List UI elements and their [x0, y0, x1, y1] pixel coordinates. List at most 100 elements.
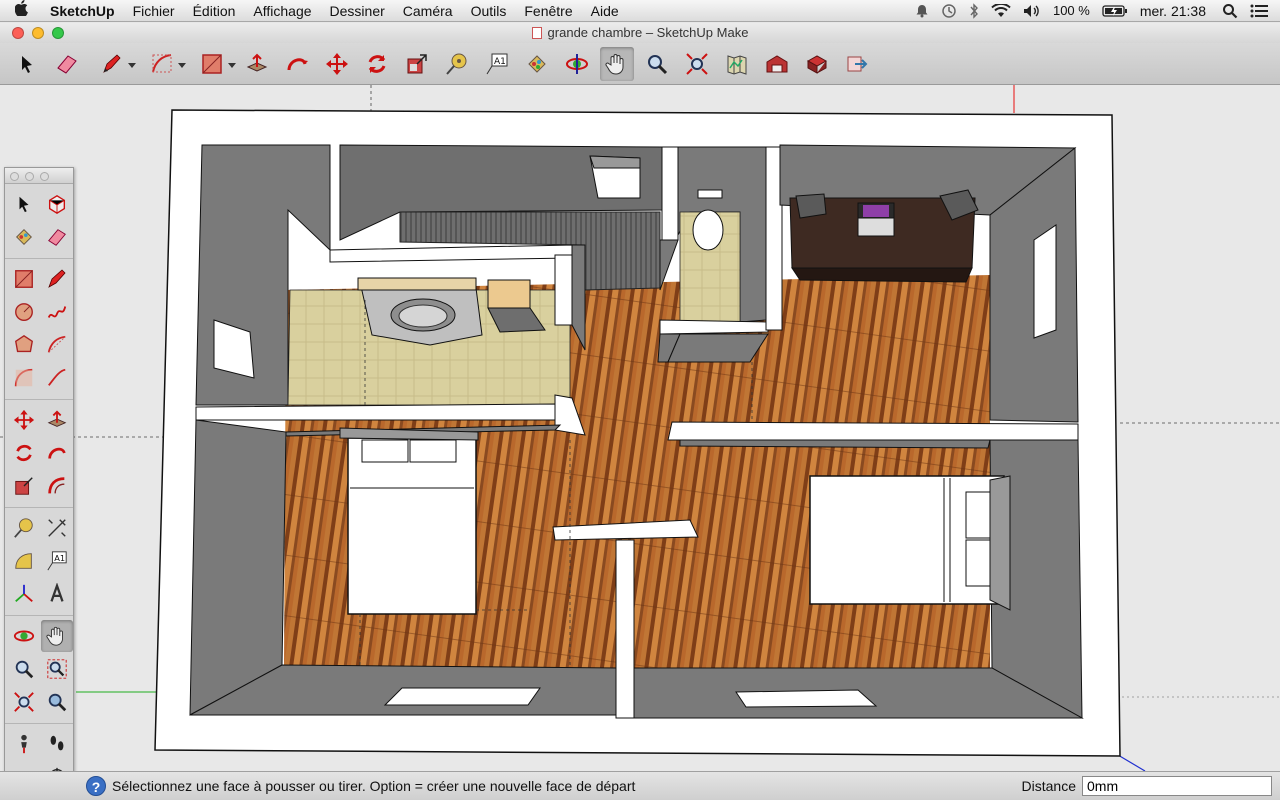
pan-tool-button[interactable]: [600, 46, 634, 81]
palette-axes-tool[interactable]: [8, 578, 40, 610]
scale-tool-button[interactable]: [400, 47, 434, 81]
zoom-extents-tool-button[interactable]: [680, 47, 714, 81]
palette-paint-bucket-tool[interactable]: [8, 221, 40, 253]
arc-tool-button[interactable]: [140, 47, 186, 81]
wifi-icon[interactable]: [985, 0, 1017, 22]
palette-pan-tool[interactable]: [41, 620, 73, 652]
eraser-icon: [48, 229, 66, 246]
orbit-icon: [13, 630, 35, 642]
palette-dimension-tool[interactable]: [41, 512, 73, 544]
pencil-tool-button[interactable]: [90, 47, 136, 81]
palette-zoom-tool[interactable]: [8, 653, 40, 685]
palette-close-button[interactable]: [10, 172, 19, 181]
minimize-window-button[interactable]: [32, 27, 44, 39]
document-icon: [531, 27, 542, 39]
palette-push-pull-tool[interactable]: [41, 404, 73, 436]
palette-polygon-tool[interactable]: [8, 329, 40, 361]
palette-rotate-tool[interactable]: [8, 437, 40, 469]
menu-app-name[interactable]: SketchUp: [44, 0, 124, 22]
tape-measure-tool-button[interactable]: [440, 47, 474, 81]
menu-dessiner[interactable]: Dessiner: [321, 0, 394, 22]
palette-zoom-window-tool[interactable]: [41, 653, 73, 685]
menu-fenetre[interactable]: Fenêtre: [515, 0, 581, 22]
apple-menu-icon[interactable]: [0, 0, 44, 21]
main-toolbar: A1: [0, 43, 1280, 85]
select-tool-button[interactable]: [10, 47, 44, 81]
palette-freehand-tool[interactable]: [41, 296, 73, 328]
palette-3-point-arc-tool[interactable]: [41, 362, 73, 394]
menu-clock[interactable]: mer. 21:38: [1134, 0, 1216, 22]
help-icon[interactable]: ?: [86, 776, 106, 796]
time-machine-icon[interactable]: [935, 0, 963, 22]
palette-line-tool[interactable]: [41, 263, 73, 295]
palette-arc-tool[interactable]: [41, 329, 73, 361]
zoom-window-button[interactable]: [52, 27, 64, 39]
palette-minimize-button[interactable]: [25, 172, 34, 181]
rotate-tool-button[interactable]: [360, 47, 394, 81]
palette-text-tool[interactable]: A1: [41, 545, 73, 577]
orbit-tool-button[interactable]: [560, 47, 594, 81]
zoom-magnifier-icon: [15, 660, 34, 679]
position-camera-icon: [21, 734, 27, 754]
notification-center-icon[interactable]: [1244, 0, 1280, 22]
palette-orbit-tool[interactable]: [8, 620, 40, 652]
eraser-tool-button[interactable]: [50, 47, 84, 81]
menu-fichier[interactable]: Fichier: [124, 0, 184, 22]
palette-title-bar[interactable]: [5, 168, 73, 184]
palette-position-camera-tool[interactable]: [8, 728, 40, 760]
palette-zoom-button[interactable]: [40, 172, 49, 181]
menu-aide[interactable]: Aide: [582, 0, 628, 22]
move-arrows-icon: [13, 409, 35, 431]
volume-icon[interactable]: [1017, 0, 1047, 22]
palette-protractor-tool[interactable]: [8, 545, 40, 577]
palette-circle-tool[interactable]: [8, 296, 40, 328]
palette-zoom-extents-tool[interactable]: [8, 686, 40, 718]
rectangle-icon: [15, 270, 33, 288]
3d-warehouse-tool-button[interactable]: [760, 47, 794, 81]
bathroom-cabinet: [487, 279, 531, 309]
palette-walk-tool[interactable]: [41, 728, 73, 760]
move-tool-button[interactable]: [320, 47, 354, 81]
palette-tape-measure-tool[interactable]: [8, 512, 40, 544]
map-view-icon: [727, 54, 747, 75]
palette-follow-me-tool[interactable]: [41, 437, 73, 469]
notification-bell-icon[interactable]: [909, 0, 935, 22]
blue-axis-line: [1117, 754, 1146, 771]
menu-edition[interactable]: Édition: [184, 0, 245, 22]
pencil-icon: [103, 53, 121, 73]
eraser-icon: [57, 54, 77, 74]
divider-wall-right: [667, 421, 1079, 441]
palette-offset-tool[interactable]: [41, 470, 73, 502]
toilet: [692, 209, 724, 251]
spotlight-search-icon[interactable]: [1216, 0, 1244, 22]
palette-select-tool[interactable]: [8, 188, 40, 220]
palette-previous-view-tool[interactable]: [41, 686, 73, 718]
rotate-icon: [16, 444, 32, 462]
rectangle-tool-button[interactable]: [190, 47, 236, 81]
menu-camera[interactable]: Caméra: [394, 0, 462, 22]
menu-bar: SketchUp Fichier Édition Affichage Dessi…: [0, 0, 1280, 22]
palette-rectangle-tool[interactable]: [8, 263, 40, 295]
palette-2-point-arc-tool[interactable]: [8, 362, 40, 394]
components-tool-button[interactable]: [800, 47, 834, 81]
palette-make-component-tool[interactable]: [41, 188, 73, 220]
push-pull-tool-button[interactable]: [240, 47, 274, 81]
battery-percent[interactable]: 100 %: [1047, 0, 1096, 22]
zoom-tool-button[interactable]: [640, 47, 674, 81]
palette-eraser-tool[interactable]: [41, 221, 73, 253]
share-model-tool-button[interactable]: [840, 47, 874, 81]
menu-affichage[interactable]: Affichage: [244, 0, 320, 22]
palette-3d-text-tool[interactable]: [41, 578, 73, 610]
bluetooth-icon[interactable]: [963, 0, 985, 22]
previous-view-tool-button[interactable]: [720, 47, 754, 81]
palette-scale-tool[interactable]: [8, 470, 40, 502]
text-tool-button[interactable]: A1: [480, 47, 514, 81]
paint-bucket-tool-button[interactable]: [520, 47, 554, 81]
distance-input[interactable]: [1082, 776, 1272, 796]
tape-measure-icon: [14, 518, 33, 538]
follow-me-tool-button[interactable]: [280, 47, 314, 81]
menu-outils[interactable]: Outils: [462, 0, 516, 22]
palette-move-tool[interactable]: [8, 404, 40, 436]
model-viewport[interactable]: [0, 85, 1280, 771]
close-window-button[interactable]: [12, 27, 24, 39]
